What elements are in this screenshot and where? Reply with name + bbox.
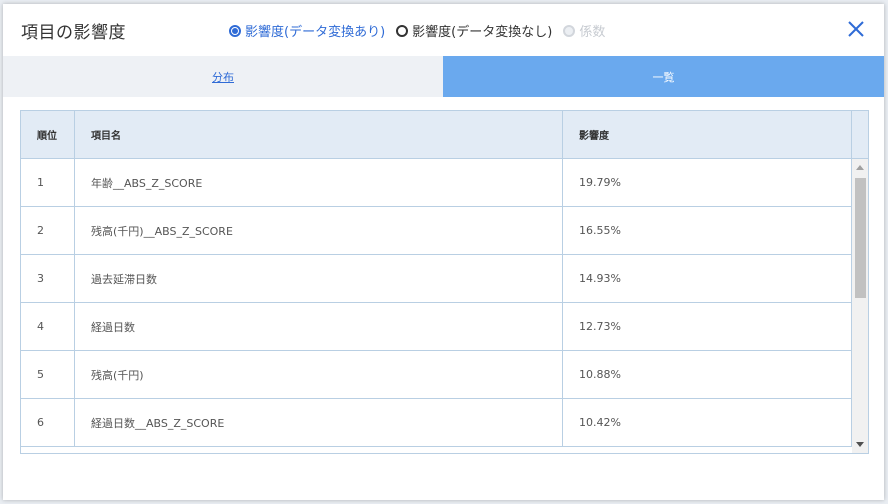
influence-dialog: 項目の影響度 影響度(データ変換あり) 影響度(データ変換なし) 係数 分布 一… xyxy=(3,4,884,500)
scroll-up-arrow-icon[interactable] xyxy=(856,165,864,170)
rank-cell: 6 xyxy=(21,399,75,446)
rank-cell: 5 xyxy=(21,351,75,398)
table-row[interactable]: 6 経過日数__ABS_Z_SCORE 10.42% xyxy=(21,399,852,447)
radio-coefficient: 係数 xyxy=(563,21,605,40)
radio-without-transform[interactable]: 影響度(データ変換なし) xyxy=(396,21,552,40)
header-influence[interactable]: 影響度 xyxy=(563,111,852,158)
item-name-cell: 残高(千円) xyxy=(75,351,563,398)
influence-cell: 14.93% xyxy=(563,255,852,302)
dialog-title: 項目の影響度 xyxy=(21,23,126,43)
radio-selected-icon xyxy=(229,24,241,37)
header-scroll-spacer xyxy=(852,111,868,158)
radio-label: 係数 xyxy=(579,25,606,40)
tab-list[interactable]: 一覧 xyxy=(443,56,884,97)
item-name-cell: 残高(千円)__ABS_Z_SCORE xyxy=(75,207,563,254)
rank-cell: 3 xyxy=(21,255,75,302)
scroll-down-arrow-icon[interactable] xyxy=(856,442,864,447)
table-row[interactable]: 2 残高(千円)__ABS_Z_SCORE 16.55% xyxy=(21,207,852,255)
view-mode-radio-group: 影響度(データ変換あり) 影響度(データ変換なし) 係数 xyxy=(229,21,616,40)
dialog-header: 項目の影響度 影響度(データ変換あり) 影響度(データ変換なし) 係数 xyxy=(3,4,884,56)
influence-cell: 10.88% xyxy=(563,351,852,398)
close-icon xyxy=(848,21,864,37)
rank-cell: 1 xyxy=(21,159,75,206)
table-scrollbar[interactable] xyxy=(852,159,868,453)
table-body: 1 年齢__ABS_Z_SCORE 19.79% 2 残高(千円)__ABS_Z… xyxy=(21,159,852,447)
rank-cell: 4 xyxy=(21,303,75,350)
item-name-cell: 経過日数__ABS_Z_SCORE xyxy=(75,399,563,446)
radio-label: 影響度(データ変換なし) xyxy=(412,25,553,40)
influence-cell: 12.73% xyxy=(563,303,852,350)
item-name-cell: 年齢__ABS_Z_SCORE xyxy=(75,159,563,206)
radio-label: 影響度(データ変換あり) xyxy=(245,25,386,40)
radio-disabled-icon xyxy=(563,24,576,37)
influence-cell: 10.42% xyxy=(563,399,852,446)
tab-bar: 分布 一覧 xyxy=(3,56,884,97)
header-item-name[interactable]: 項目名 xyxy=(75,111,563,158)
header-rank[interactable]: 順位 xyxy=(21,111,75,158)
radio-unselected-icon xyxy=(396,24,409,37)
item-name-cell: 経過日数 xyxy=(75,303,563,350)
scroll-thumb[interactable] xyxy=(855,178,866,298)
influence-cell: 16.55% xyxy=(563,207,852,254)
item-name-cell: 過去延滞日数 xyxy=(75,255,563,302)
table-header: 順位 項目名 影響度 xyxy=(21,111,868,159)
tab-distribution[interactable]: 分布 xyxy=(3,56,443,97)
rank-cell: 2 xyxy=(21,207,75,254)
table-row[interactable]: 4 経過日数 12.73% xyxy=(21,303,852,351)
radio-with-transform[interactable]: 影響度(データ変換あり) xyxy=(229,21,385,40)
influence-table: 順位 項目名 影響度 1 年齢__ABS_Z_SCORE 19.79% 2 残高… xyxy=(20,110,869,454)
table-row[interactable]: 3 過去延滞日数 14.93% xyxy=(21,255,852,303)
table-row[interactable]: 1 年齢__ABS_Z_SCORE 19.79% xyxy=(21,159,852,207)
close-button[interactable] xyxy=(846,19,866,39)
influence-cell: 19.79% xyxy=(563,159,852,206)
table-row[interactable]: 5 残高(千円) 10.88% xyxy=(21,351,852,399)
